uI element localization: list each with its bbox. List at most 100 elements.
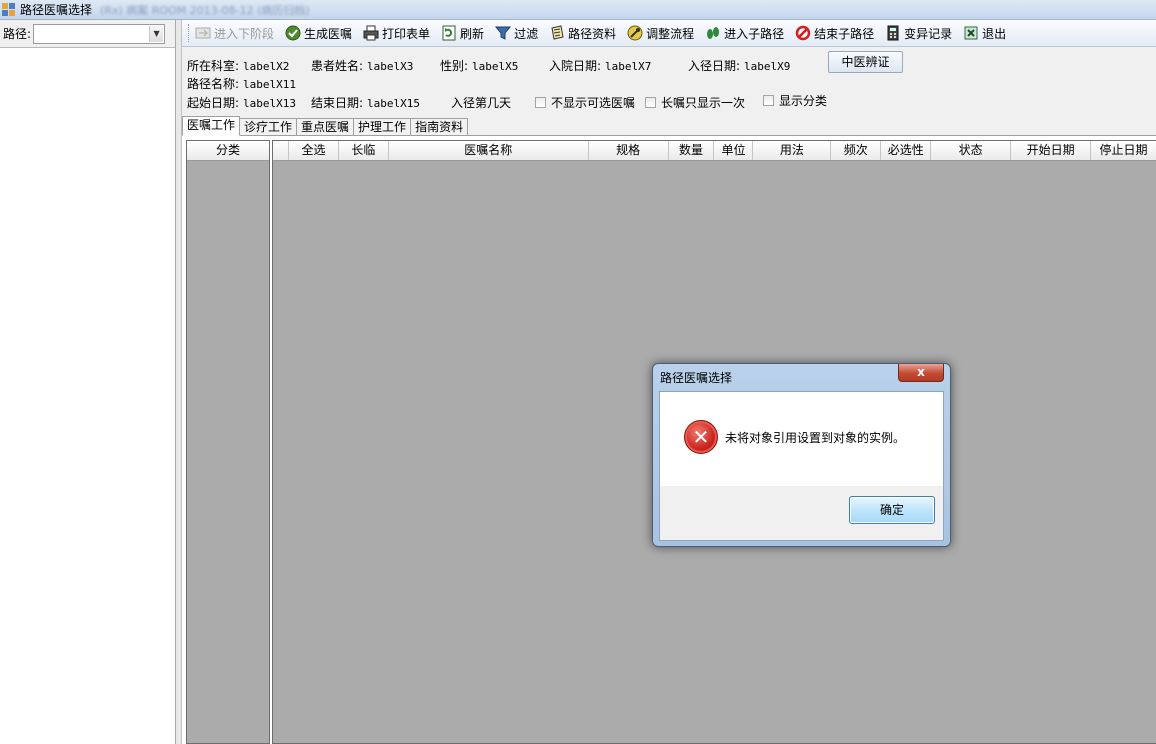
hide-optional-checkbox[interactable]: 不显示可选医嘱	[535, 94, 635, 111]
path-data-label: 路径资料	[568, 26, 617, 41]
tab-key-orders[interactable]: 重点医嘱	[296, 118, 355, 136]
tab-guide-data[interactable]: 指南资料	[410, 118, 469, 136]
tab-strip: 医嘱工作 诊疗工作 重点医嘱 护理工作 指南资料	[182, 116, 469, 136]
admit-date-info: 入院日期: labelX7	[549, 57, 651, 74]
patient-label: 患者姓名:	[311, 59, 364, 73]
show-category-label: 显示分类	[779, 94, 828, 108]
category-grid-header: 分类	[187, 141, 269, 161]
next-stage-label: 进入下阶段	[214, 26, 275, 41]
path-data-button[interactable]: 路径资料	[549, 25, 616, 42]
footprints-icon	[705, 25, 721, 41]
checkbox-box[interactable]	[645, 97, 656, 108]
start-date-info: 起始日期: labelX13	[187, 94, 296, 111]
close-icon: x	[917, 365, 925, 379]
filter-label: 过滤	[514, 26, 539, 41]
app-icon	[2, 2, 16, 17]
window-title-extra: (Rx) 病案 ROOM 2013-08-12 (病历归档)	[100, 3, 310, 17]
refresh-icon	[441, 25, 457, 41]
refresh-label: 刷新	[460, 26, 485, 41]
adjust-flow-button[interactable]: 调整流程	[627, 25, 694, 42]
left-panel: 路径: ▼	[0, 20, 176, 744]
exit-button[interactable]: 退出	[963, 25, 1006, 42]
column-header-category[interactable]: 分类	[187, 141, 269, 160]
filter-funnel-icon	[495, 25, 512, 41]
end-date-info: 结束日期: labelX15	[311, 94, 420, 111]
checkbox-box[interactable]	[535, 97, 546, 108]
dialog-message: 未将对象引用设置到对象的实例。	[725, 431, 906, 445]
chevron-down-icon[interactable]: ▼	[149, 25, 164, 42]
variation-record-button[interactable]: 变异记录	[885, 25, 952, 42]
print-form-label: 打印表单	[382, 26, 431, 41]
path-name-info: 路径名称: labelX11	[187, 75, 296, 92]
enter-subpath-label: 进入子路径	[724, 26, 785, 41]
long-order-once-label: 长嘱只显示一次	[661, 96, 746, 110]
column-header-frequency[interactable]: 频次	[831, 141, 882, 160]
end-date-label: 结束日期:	[311, 96, 364, 110]
checkbox-box[interactable]	[763, 95, 774, 106]
patient-value: labelX3	[367, 60, 414, 73]
next-stage-button[interactable]: 进入下阶段	[195, 25, 274, 42]
show-category-checkbox[interactable]: 显示分类	[763, 92, 827, 109]
dialog-body: ✕ 未将对象引用设置到对象的实例。 确定	[659, 391, 944, 541]
category-grid[interactable]: 分类	[186, 140, 270, 744]
tab-treatment-work[interactable]: 诊疗工作	[239, 118, 298, 136]
generate-order-button[interactable]: 生成医嘱	[285, 25, 352, 42]
column-header-long-temp[interactable]: 长临	[339, 141, 389, 160]
tab-nursing-work[interactable]: 护理工作	[353, 118, 412, 136]
path-name-value: labelX11	[243, 78, 297, 91]
dialog-close-button[interactable]: x	[898, 364, 944, 382]
dept-info: 所在科室: labelX2	[187, 57, 289, 74]
path-name-label: 路径名称:	[187, 77, 240, 91]
refresh-button[interactable]: 刷新	[441, 25, 484, 42]
dept-label: 所在科室:	[187, 59, 240, 73]
calculator-icon	[885, 25, 901, 41]
hide-optional-label: 不显示可选医嘱	[551, 96, 636, 110]
long-order-once-checkbox[interactable]: 长嘱只显示一次	[645, 94, 745, 111]
start-date-label: 起始日期:	[187, 96, 240, 110]
path-label: 路径:	[3, 27, 32, 41]
tcm-syndrome-button[interactable]: 中医辨证	[828, 51, 903, 73]
filter-button[interactable]: 过滤	[495, 25, 538, 42]
column-header-unit[interactable]: 单位	[714, 141, 754, 160]
start-date-value: labelX13	[243, 97, 297, 110]
enter-date-value: labelX9	[744, 60, 791, 73]
next-stage-icon	[195, 25, 211, 41]
column-header-order-name[interactable]: 医嘱名称	[389, 141, 589, 160]
document-icon	[549, 25, 565, 41]
column-header-status[interactable]: 状态	[931, 141, 1012, 160]
column-header-spec[interactable]: 规格	[589, 141, 669, 160]
column-header-quantity[interactable]: 数量	[669, 141, 715, 160]
error-dialog: 路径医嘱选择 x ✕ 未将对象引用设置到对象的实例。 确定	[652, 363, 951, 547]
column-header-stop-date[interactable]: 停止日期	[1091, 141, 1156, 160]
dept-value: labelX2	[243, 60, 290, 73]
enter-subpath-button[interactable]: 进入子路径	[705, 25, 784, 42]
column-header-usage[interactable]: 用法	[753, 141, 832, 160]
ok-button[interactable]: 确定	[849, 496, 935, 524]
enter-date-info: 入径日期: labelX9	[688, 57, 790, 74]
day-number-label: 入径第几天	[451, 96, 512, 110]
toolbar-grip[interactable]	[188, 24, 191, 42]
variation-record-label: 变异记录	[904, 26, 953, 41]
column-header-required[interactable]: 必选性	[881, 141, 932, 160]
dialog-title: 路径医嘱选择	[660, 371, 733, 385]
end-date-value: labelX15	[367, 97, 421, 110]
stop-icon	[795, 25, 811, 41]
path-row: 路径: ▼	[0, 20, 175, 48]
printer-icon	[363, 25, 379, 41]
generate-order-label: 生成医嘱	[304, 26, 353, 41]
end-subpath-label: 结束子路径	[814, 26, 875, 41]
patient-info: 患者姓名: labelX3	[311, 57, 413, 74]
tab-order-work[interactable]: 医嘱工作	[182, 116, 241, 136]
window-titlebar: 路径医嘱选择 (Rx) 病案 ROOM 2013-08-12 (病历归档)	[0, 0, 1156, 20]
column-header-rowselector	[273, 141, 289, 160]
exit-label: 退出	[982, 26, 1007, 41]
admit-date-value: labelX7	[605, 60, 652, 73]
path-combobox[interactable]: ▼	[33, 23, 166, 44]
column-header-start-date[interactable]: 开始日期	[1011, 141, 1092, 160]
print-form-button[interactable]: 打印表单	[363, 25, 430, 42]
enter-date-label: 入径日期:	[688, 59, 741, 73]
end-subpath-button[interactable]: 结束子路径	[795, 25, 874, 42]
column-header-select-all[interactable]: 全选	[289, 141, 339, 160]
adjust-flow-label: 调整流程	[646, 26, 695, 41]
gender-label: 性别:	[440, 59, 469, 73]
